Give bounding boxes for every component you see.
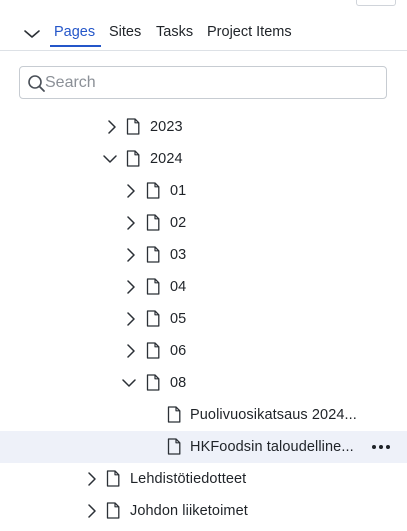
collapse-panel-button[interactable] — [22, 24, 42, 44]
tree-row-label: 06 — [170, 343, 187, 359]
tree-row-label: 04 — [170, 279, 187, 295]
tree-row-label: 02 — [170, 215, 187, 231]
chevron-down-icon[interactable] — [102, 151, 118, 167]
tab-divider — [0, 50, 407, 51]
tree-row[interactable]: Lehdistötiedotteet — [0, 463, 407, 495]
chevron-right-icon[interactable] — [123, 183, 139, 199]
search-box — [19, 66, 387, 99]
chevron-right-icon[interactable] — [123, 311, 139, 327]
tree-row-label: 08 — [170, 375, 187, 391]
tab-sites[interactable]: Sites — [109, 22, 141, 48]
tree-row[interactable]: 02 — [0, 207, 407, 239]
page-icon — [146, 278, 160, 295]
more-horizontal-icon[interactable] — [371, 439, 391, 455]
tree-row-label: 2024 — [150, 151, 183, 167]
active-tab-indicator — [50, 45, 101, 47]
chevron-right-icon[interactable] — [123, 247, 139, 263]
tree-row[interactable]: 05 — [0, 303, 407, 335]
page-icon — [146, 342, 160, 359]
top-toolbar-edge — [0, 0, 407, 8]
tree-row[interactable]: Johdon liiketoimet — [0, 495, 407, 527]
tree-row[interactable]: HKFoodsin taloudelline... — [0, 431, 407, 463]
search-icon — [27, 74, 46, 93]
tab-bar: Pages Sites Tasks Project Items — [0, 10, 407, 48]
page-icon — [126, 150, 140, 167]
page-icon — [146, 374, 160, 391]
tree-row[interactable]: 08 — [0, 367, 407, 399]
chevron-right-icon[interactable] — [123, 215, 139, 231]
chevron-right-icon[interactable] — [84, 471, 100, 487]
tab-tasks[interactable]: Tasks — [156, 22, 193, 48]
chevron-down-icon — [24, 30, 40, 38]
tree-row[interactable]: Puolivuosikatsaus 2024... — [0, 399, 407, 431]
page-icon — [146, 246, 160, 263]
tree-row-label: HKFoodsin taloudelline... — [190, 439, 354, 455]
chevron-down-icon[interactable] — [121, 375, 137, 391]
chevron-right-icon[interactable] — [123, 279, 139, 295]
tree-row[interactable]: 01 — [0, 175, 407, 207]
page-icon — [126, 118, 140, 135]
page-icon — [146, 182, 160, 199]
page-icon — [146, 214, 160, 231]
tree-row-label: 03 — [170, 247, 187, 263]
page-icon — [106, 470, 120, 487]
search-input[interactable] — [45, 71, 375, 94]
page-icon — [106, 502, 120, 519]
tree-row-label: Puolivuosikatsaus 2024... — [190, 407, 357, 423]
tree-row[interactable]: 03 — [0, 239, 407, 271]
chevron-right-icon[interactable] — [123, 343, 139, 359]
tree-row[interactable]: 2023 — [0, 111, 407, 143]
tree-row-label: 05 — [170, 311, 187, 327]
tree-row[interactable]: 04 — [0, 271, 407, 303]
tree-row[interactable]: 06 — [0, 335, 407, 367]
tree-row-label: Lehdistötiedotteet — [130, 471, 247, 487]
tab-project-items[interactable]: Project Items — [207, 22, 292, 48]
page-icon — [167, 406, 181, 423]
toolbar-button-partial[interactable] — [356, 0, 396, 6]
chevron-right-icon[interactable] — [104, 119, 120, 135]
tree-row[interactable]: 2024 — [0, 143, 407, 175]
content-tree-panel: Pages Sites Tasks Project Items 2023 2024… — [0, 0, 407, 531]
tree-row-label: 2023 — [150, 119, 183, 135]
page-icon — [167, 438, 181, 455]
page-icon — [146, 310, 160, 327]
tree-row-label: Johdon liiketoimet — [130, 503, 248, 519]
tree-row-label: 01 — [170, 183, 187, 199]
chevron-right-icon[interactable] — [84, 503, 100, 519]
